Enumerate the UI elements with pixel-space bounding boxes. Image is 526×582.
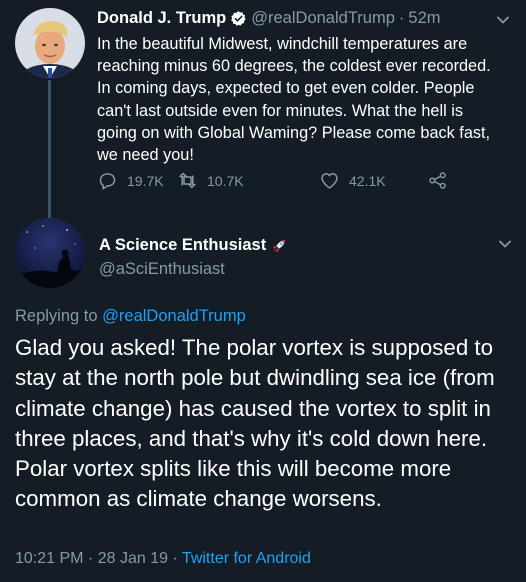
- like-count: 42.1K: [349, 172, 386, 189]
- tweet-text: In the beautiful Midwest, windchill temp…: [97, 35, 491, 165]
- replying-to-mention[interactable]: @realDonaldTrump: [102, 307, 246, 325]
- thread-line: [48, 80, 51, 220]
- reply-meta: 10:21 PM · 28 Jan 19 · Twitter for Andro…: [15, 550, 311, 568]
- reply-icon: [97, 170, 118, 191]
- author-handle[interactable]: @realDonaldTrump: [251, 9, 395, 28]
- tweet-header: Donald J. Trump @realDonaldTrump · 52m: [97, 7, 441, 29]
- like-icon: [319, 170, 340, 191]
- reply-timestamp[interactable]: 10:21 PM · 28 Jan 19 ·: [15, 550, 178, 567]
- chevron-down-icon[interactable]: [497, 236, 513, 252]
- chevron-down-icon[interactable]: [495, 12, 511, 28]
- like-button[interactable]: 42.1K: [319, 170, 386, 191]
- author-name[interactable]: Donald J. Trump: [97, 9, 226, 28]
- science-enthusiast-avatar[interactable]: [15, 218, 85, 288]
- reply-source-link[interactable]: Twitter for Android: [182, 550, 311, 567]
- trump-avatar[interactable]: [15, 8, 85, 78]
- reply-count: 19.7K: [127, 172, 164, 189]
- reply-author-name-row: A Science Enthusiast: [99, 236, 288, 255]
- share-icon: [427, 170, 448, 191]
- separator-dot: ·: [398, 8, 405, 27]
- retweet-icon: [177, 170, 198, 191]
- reply-author-name[interactable]: A Science Enthusiast: [99, 236, 266, 255]
- rocket-emoji-icon: [270, 237, 288, 255]
- retweet-count: 10.7K: [207, 172, 244, 189]
- retweet-button[interactable]: 10.7K: [177, 170, 244, 191]
- reply-author-handle[interactable]: @aSciEnthusiast: [99, 260, 225, 279]
- tweet-time[interactable]: 52m: [408, 9, 440, 28]
- tweet-actions: 19.7K 10.7K 42.1K: [97, 170, 497, 194]
- share-button[interactable]: [427, 170, 448, 191]
- verified-badge-icon: [230, 10, 247, 27]
- replying-to-label: Replying to: [15, 307, 98, 325]
- reply-text: Glad you asked! The polar vortex is supp…: [15, 335, 495, 512]
- replying-to: Replying to @realDonaldTrump: [15, 307, 246, 326]
- reply-button[interactable]: 19.7K: [97, 170, 164, 191]
